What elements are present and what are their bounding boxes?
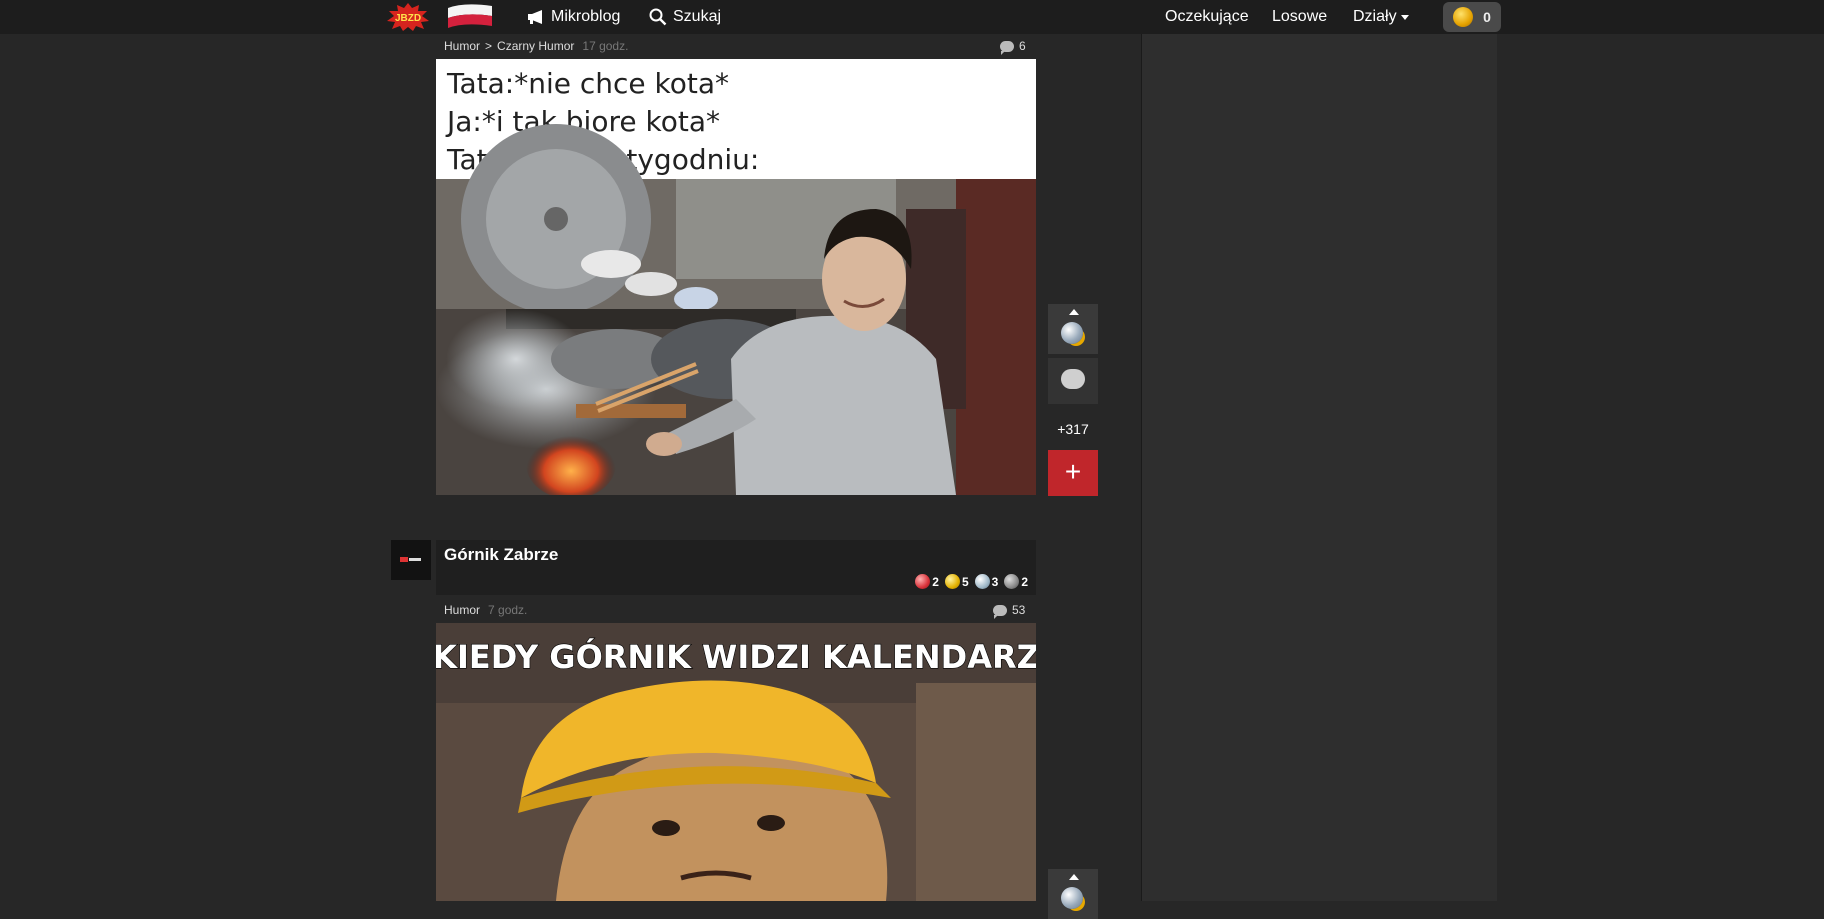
top-navbar: JBZD Mikroblog Szukaj Oczekujące Losowe …	[0, 0, 1824, 34]
szukaj-label: Szukaj	[673, 8, 722, 25]
jbzd-logo[interactable]: JBZD	[386, 2, 430, 32]
dzialy-label: Działy	[1353, 8, 1397, 25]
post1-meta: Humor > Czarny Humor 17 godz.	[444, 36, 628, 56]
badge-gray-count: 2	[1021, 574, 1028, 589]
mikroblog-label: Mikroblog	[551, 8, 621, 25]
post1-vote-panel: +317 +	[1048, 304, 1098, 496]
badge-red: 2	[915, 574, 939, 589]
oczekujace-label: Oczekujące	[1165, 8, 1249, 25]
arrow-up-icon	[1069, 874, 1079, 880]
silver-medal-icon	[974, 574, 990, 589]
breadcrumb-separator: >	[485, 39, 493, 53]
post2-caption: KIEDY GÓRNIK WIDZI KALENDARZ	[436, 637, 1036, 676]
post1-time: 17 godz.	[582, 39, 629, 53]
post2-category-link[interactable]: Humor	[444, 603, 480, 617]
post1-caption-line-1: Tata:*nie chce kota*	[446, 67, 729, 100]
post2-badges: 2 5 3 2	[915, 574, 1028, 589]
badge-red-count: 2	[932, 574, 939, 589]
post2-author-avatar[interactable]	[391, 540, 431, 580]
post2-comments-link[interactable]: 53	[993, 600, 1025, 620]
badge-gray: 2	[1004, 574, 1028, 589]
gray-medal-icon	[1004, 574, 1020, 589]
badge-gold-count: 5	[961, 574, 969, 589]
megaphone-icon	[528, 10, 542, 24]
badge-gold: 5	[944, 574, 969, 589]
post1-upvote-button[interactable]	[1048, 304, 1098, 354]
post2-vote-panel	[1048, 869, 1098, 919]
badge-silver-count: 3	[991, 574, 999, 589]
post2-image[interactable]: KIEDY GÓRNIK WIDZI KALENDARZ	[436, 623, 1036, 901]
post1-comment-count: 6	[1019, 39, 1026, 53]
comment-bubble-icon	[993, 604, 1007, 619]
nav-szukaj[interactable]: Szukaj	[649, 0, 721, 34]
post1-score: +317	[1057, 421, 1089, 437]
post1-plus-button[interactable]: +	[1048, 450, 1098, 496]
post2-comment-count: 53	[1012, 603, 1026, 617]
nav-mikroblog[interactable]: Mikroblog	[527, 0, 620, 34]
gold-medal-icon	[944, 574, 960, 589]
caret-down-icon	[1400, 15, 1409, 20]
comment-bubble-icon	[1000, 40, 1014, 55]
post1-image[interactable]: Tata:*nie chce kota* Ja:*i tak biore kot…	[436, 59, 1036, 495]
post1-comment-button[interactable]	[1048, 358, 1098, 404]
arrow-up-icon	[1069, 309, 1079, 315]
losowe-label: Losowe	[1272, 8, 1328, 25]
svg-text:JBZD: JBZD	[395, 13, 421, 24]
medal-icon	[1061, 322, 1083, 344]
nav-losowe[interactable]: Losowe	[1272, 0, 1327, 34]
post2-time: 7 godz.	[488, 603, 528, 617]
post1-subcategory-link[interactable]: Czarny Humor	[497, 39, 574, 53]
coin-count: 0	[1483, 9, 1491, 25]
coin-balance[interactable]: 0	[1443, 2, 1501, 32]
badge-silver: 3	[974, 574, 999, 589]
poland-flag-icon	[448, 4, 492, 28]
post2-meta: Humor 7 godz.	[444, 600, 527, 620]
post2-upvote-button[interactable]	[1048, 869, 1098, 919]
post2-author-name[interactable]: Górnik Zabrze	[444, 545, 558, 565]
search-icon	[649, 8, 667, 26]
medal-icon	[1061, 887, 1083, 909]
post1-category-link[interactable]: Humor	[444, 39, 480, 53]
right-sidebar	[1142, 34, 1497, 901]
nav-oczekujace[interactable]: Oczekujące	[1165, 0, 1249, 34]
coin-icon	[1453, 7, 1474, 27]
nav-dzialy-dropdown[interactable]: Działy	[1353, 0, 1410, 34]
comment-icon	[1061, 369, 1085, 389]
red-medal-icon	[915, 574, 931, 589]
post1-comments-link[interactable]: 6	[1000, 36, 1026, 56]
